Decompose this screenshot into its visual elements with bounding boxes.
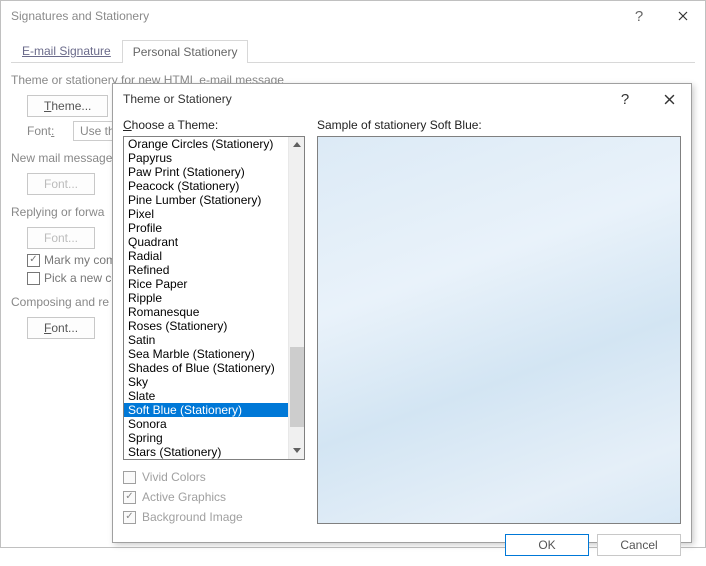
- list-item[interactable]: Stars (Stationery): [124, 445, 288, 459]
- theme-stationery-dialog: Theme or Stationery ? Choose a Theme: Or…: [112, 83, 692, 543]
- list-item[interactable]: Satin: [124, 333, 288, 347]
- close-icon[interactable]: [661, 1, 705, 31]
- scroll-up-icon[interactable]: [289, 137, 304, 153]
- list-item[interactable]: Profile: [124, 221, 288, 235]
- list-item[interactable]: Sonora: [124, 417, 288, 431]
- modal-titlebar: Theme or Stationery ?: [113, 84, 691, 114]
- list-item[interactable]: Sky: [124, 375, 288, 389]
- listbox-scrollbar[interactable]: [288, 137, 304, 459]
- checkbox-box: [27, 272, 40, 285]
- ok-button[interactable]: OK: [505, 534, 589, 556]
- theme-button[interactable]: Theme...: [27, 95, 108, 117]
- mark-comments-checkbox[interactable]: ✓ Mark my com: [27, 253, 116, 267]
- font-button-new[interactable]: Font...: [27, 173, 95, 195]
- stationery-preview: [317, 136, 681, 524]
- choose-theme-label: Choose a Theme:: [123, 118, 305, 132]
- list-item[interactable]: Rice Paper: [124, 277, 288, 291]
- list-item[interactable]: Refined: [124, 263, 288, 277]
- preview-column: Sample of stationery Soft Blue:: [317, 118, 681, 524]
- list-item[interactable]: Ripple: [124, 291, 288, 305]
- background-image-checkbox: Background Image: [123, 510, 305, 524]
- list-item[interactable]: Shades of Blue (Stationery): [124, 361, 288, 375]
- cancel-button[interactable]: Cancel: [597, 534, 681, 556]
- list-item[interactable]: Peacock (Stationery): [124, 179, 288, 193]
- list-item[interactable]: Orange Circles (Stationery): [124, 137, 288, 151]
- help-button[interactable]: ?: [617, 1, 661, 31]
- modal-close-icon[interactable]: [647, 84, 691, 114]
- modal-footer: OK Cancel: [113, 530, 691, 566]
- active-graphics-checkbox: Active Graphics: [123, 490, 305, 504]
- list-item[interactable]: Pixel: [124, 207, 288, 221]
- list-item[interactable]: Paw Print (Stationery): [124, 165, 288, 179]
- list-item[interactable]: Spring: [124, 431, 288, 445]
- tab-email-signature[interactable]: E-mail Signature: [11, 39, 122, 62]
- outer-titlebar: Signatures and Stationery ?: [1, 1, 705, 31]
- list-item[interactable]: Romanesque: [124, 305, 288, 319]
- list-item[interactable]: Roses (Stationery): [124, 319, 288, 333]
- outer-dialog-title: Signatures and Stationery: [11, 9, 617, 23]
- list-item[interactable]: Slate: [124, 389, 288, 403]
- checkbox-box: [123, 511, 136, 524]
- font-button-compose[interactable]: Font...: [27, 317, 95, 339]
- theme-list-column: Choose a Theme: Orange Circles (Statione…: [123, 118, 305, 524]
- list-item[interactable]: Soft Blue (Stationery): [124, 403, 288, 417]
- sample-label: Sample of stationery Soft Blue:: [317, 118, 681, 132]
- checkbox-box: [123, 471, 136, 484]
- scroll-down-icon[interactable]: [289, 443, 304, 459]
- checkbox-box: [123, 491, 136, 504]
- theme-options: Vivid Colors Active Graphics Background …: [123, 470, 305, 524]
- list-item[interactable]: Papyrus: [124, 151, 288, 165]
- font-button-reply[interactable]: Font...: [27, 227, 95, 249]
- checkbox-box: ✓: [27, 254, 40, 267]
- modal-help-button[interactable]: ?: [603, 84, 647, 114]
- list-item[interactable]: Pine Lumber (Stationery): [124, 193, 288, 207]
- list-item[interactable]: Quadrant: [124, 235, 288, 249]
- modal-title: Theme or Stationery: [123, 92, 603, 106]
- tab-strip: E-mail Signature Personal Stationery: [11, 39, 695, 63]
- list-item[interactable]: Radial: [124, 249, 288, 263]
- theme-listbox[interactable]: Orange Circles (Stationery)PapyrusPaw Pr…: [123, 136, 305, 460]
- scroll-thumb[interactable]: [290, 347, 304, 427]
- tab-personal-stationery[interactable]: Personal Stationery: [122, 40, 249, 63]
- pick-color-checkbox[interactable]: Pick a new co: [27, 271, 118, 285]
- theme-list-items: Orange Circles (Stationery)PapyrusPaw Pr…: [124, 137, 288, 459]
- font-label: Font:: [27, 124, 67, 138]
- vivid-colors-checkbox: Vivid Colors: [123, 470, 305, 484]
- modal-body: Choose a Theme: Orange Circles (Statione…: [113, 114, 691, 530]
- list-item[interactable]: Sea Marble (Stationery): [124, 347, 288, 361]
